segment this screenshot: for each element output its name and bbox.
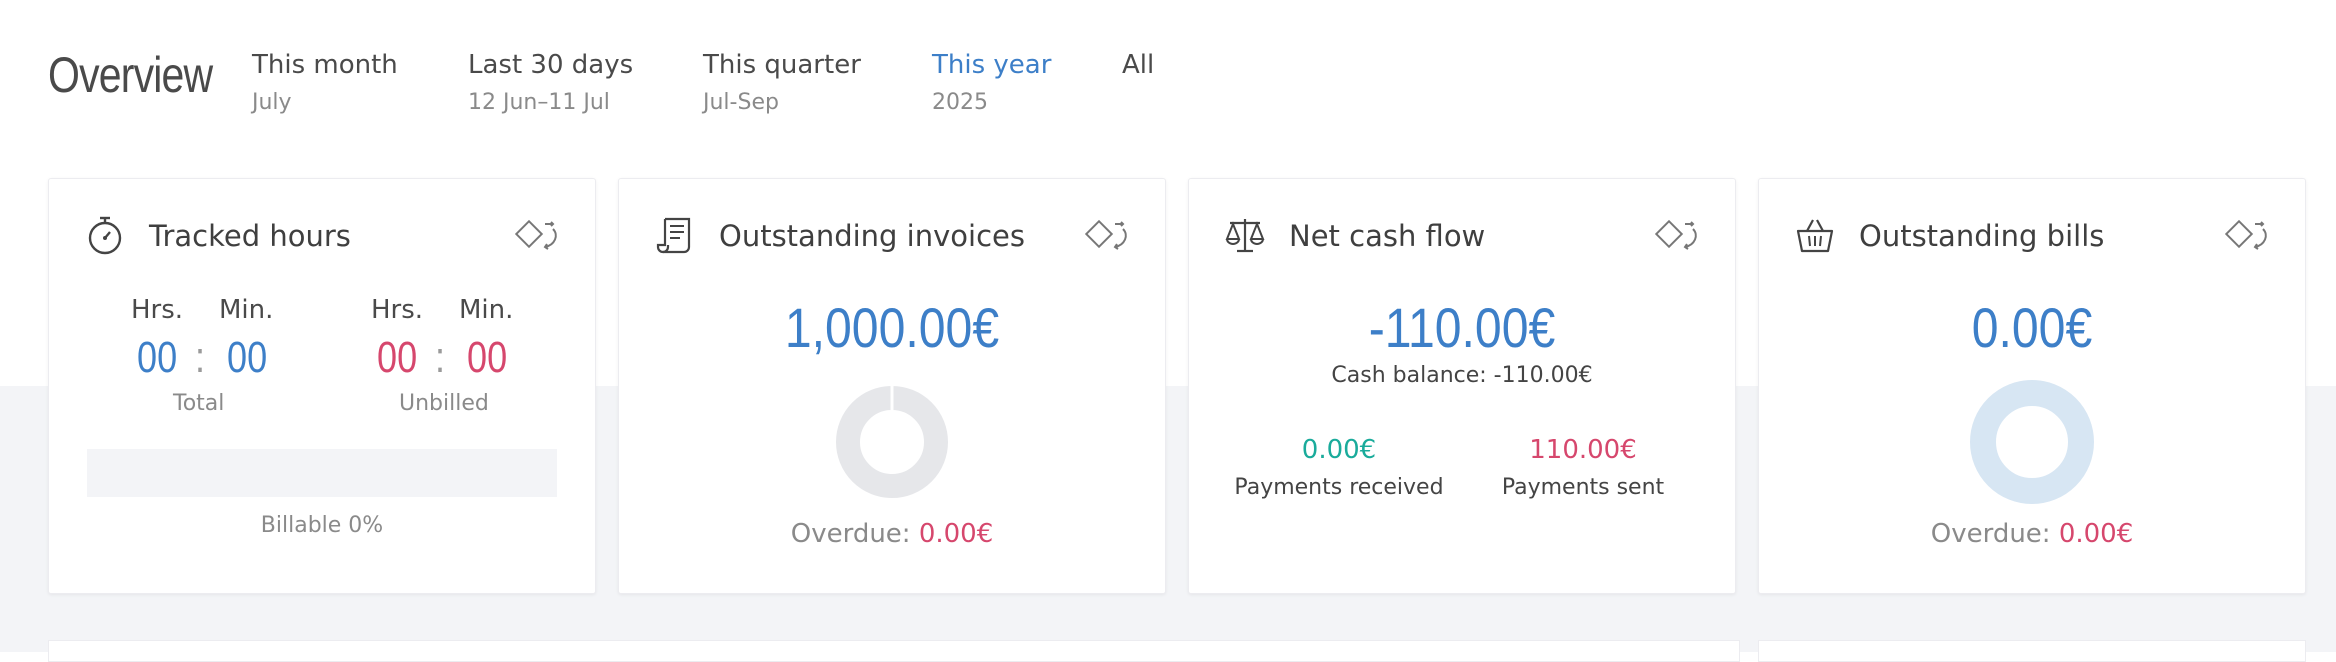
card-title: Net cash flow <box>1289 219 1486 253</box>
next-panel <box>48 640 1740 662</box>
basket-icon <box>1796 219 1834 253</box>
flip-card-icon[interactable] <box>515 219 561 253</box>
unbilled-label: Unbilled <box>399 391 489 416</box>
minutes-label: Min. <box>459 295 514 325</box>
payments-received-label: Payments received <box>1234 475 1444 500</box>
outstanding-invoices-amount: 1,000.00€ <box>784 296 1000 359</box>
card-title: Tracked hours <box>149 219 351 253</box>
flip-card-icon[interactable] <box>1085 219 1131 253</box>
hours-label: Hrs. <box>131 295 184 325</box>
cash-balance: Cash balance: -110.00€ <box>1331 363 1593 388</box>
unbilled-hours: 00 <box>377 333 418 382</box>
overdue-value: 0.00€ <box>2058 519 2134 549</box>
time-separator: : <box>435 333 446 382</box>
overdue-row: Overdue: 0.00€ <box>619 519 1165 549</box>
payments-sent-value: 110.00€ <box>1529 435 1637 465</box>
flip-card-icon[interactable] <box>2225 219 2271 253</box>
outstanding-bills-amount: 0.00€ <box>1971 296 2093 359</box>
period-range: July <box>252 90 292 115</box>
outstanding-invoices-card: Outstanding invoices 1,000.00€ Overdue: … <box>618 178 1166 594</box>
time-separator: : <box>195 333 206 382</box>
net-cash-flow-amount: -110.00€ <box>1368 296 1556 359</box>
period-range: 2025 <box>932 90 988 115</box>
invoice-scroll-icon <box>656 217 691 254</box>
period-range: 12 Jun–11 Jul <box>468 90 610 115</box>
overdue-value: 0.00€ <box>918 519 994 549</box>
total-minutes: 00 <box>227 333 268 382</box>
overdue-label: Overdue: <box>1930 519 2051 549</box>
card-title: Outstanding bills <box>1859 219 2105 253</box>
next-panel <box>1758 640 2306 662</box>
total-label: Total <box>173 391 225 416</box>
tracked-hours-card: Tracked hours Hrs. Min. 00 : 00 Total Hr… <box>48 178 596 594</box>
period-label: This quarter <box>703 50 861 80</box>
period-this-quarter[interactable]: This quarter Jul-Sep <box>703 48 861 118</box>
period-this-year[interactable]: This year 2025 <box>932 48 1051 118</box>
hours-label: Hrs. <box>371 295 424 325</box>
period-all[interactable]: All <box>1122 48 1154 82</box>
payments-received-value: 0.00€ <box>1301 435 1377 465</box>
period-label: This month <box>252 50 398 80</box>
unbilled-minutes: 00 <box>467 333 508 382</box>
outstanding-bills-card: Outstanding bills 0.00€ Overdue: 0.00€ <box>1758 178 2306 594</box>
period-range: Jul-Sep <box>703 90 779 115</box>
bills-donut-chart <box>1970 380 2094 504</box>
period-label: Last 30 days <box>468 50 634 80</box>
billable-percentage: Billable 0% <box>260 513 384 538</box>
period-this-month[interactable]: This month July <box>252 48 398 118</box>
payments-sent-label: Payments sent <box>1501 475 1665 500</box>
period-label: This year <box>932 50 1052 80</box>
total-hours: 00 <box>137 333 178 382</box>
period-label: All <box>1122 50 1155 80</box>
period-last-30-days[interactable]: Last 30 days 12 Jun–11 Jul <box>468 48 633 118</box>
card-title: Outstanding invoices <box>719 219 1025 253</box>
net-cash-flow-card: Net cash flow -110.00€ Cash balance: -11… <box>1188 178 1736 594</box>
stopwatch-icon <box>88 216 122 255</box>
overdue-label: Overdue: <box>790 519 911 549</box>
overdue-row: Overdue: 0.00€ <box>1759 519 2305 549</box>
invoices-donut-chart <box>836 386 948 498</box>
minutes-label: Min. <box>219 295 274 325</box>
billable-progress-bar <box>87 449 557 497</box>
page-title: Overview <box>48 47 213 103</box>
balance-scale-icon <box>1225 219 1265 253</box>
flip-card-icon[interactable] <box>1655 219 1701 253</box>
